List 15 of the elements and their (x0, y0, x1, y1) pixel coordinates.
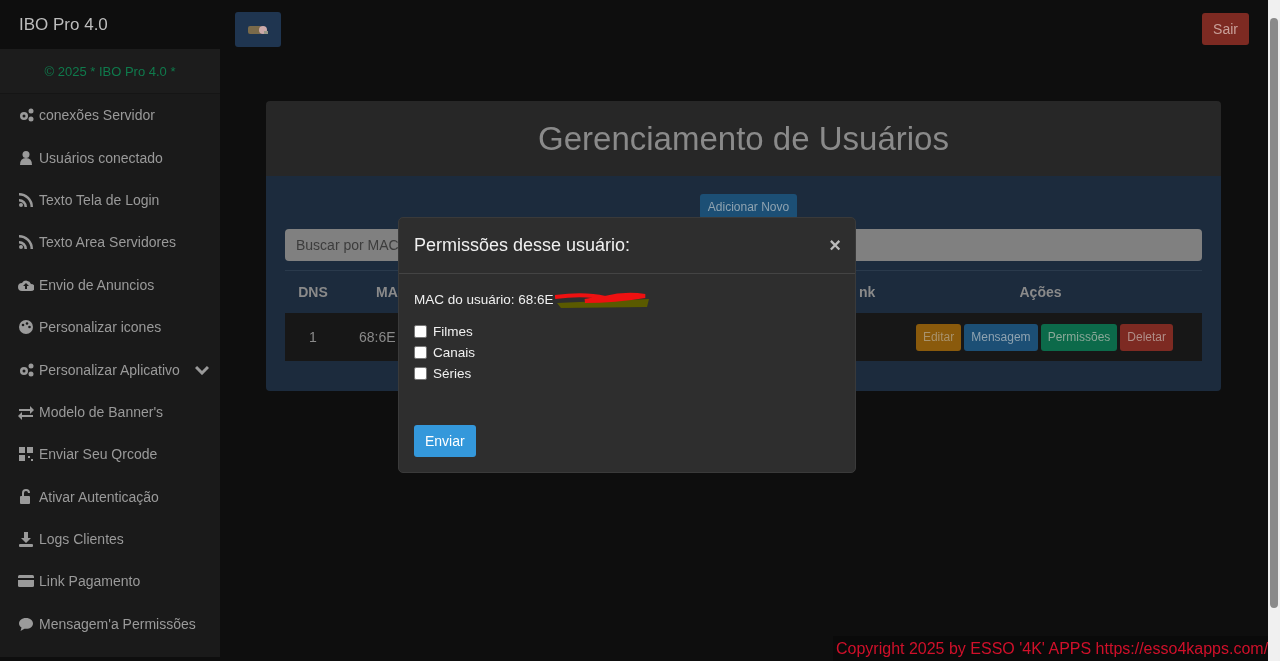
page-title: Gerenciamento de Usuários (538, 119, 949, 158)
mac-address-text: MAC do usuário: 68:6E (414, 291, 554, 307)
checkbox-label: Filmes (433, 324, 473, 339)
app-title: IBO Pro 4.0 (0, 0, 220, 49)
dialog-title: Permissões desse usuário: (414, 235, 631, 256)
checkbox-label: Canais (433, 345, 476, 360)
column-header: DNS (298, 284, 328, 300)
column-header: MA (376, 284, 398, 300)
checkbox-label: Séries (433, 366, 472, 381)
column-header: nk (859, 284, 876, 300)
table-cell-text: 68:6E (358, 329, 396, 345)
copyright-text: © 2025 * IBO Pro 4.0 * (44, 63, 176, 79)
column-header: Ações (1019, 284, 1062, 300)
table-cell: 1 (309, 329, 317, 345)
copyright-text: Copyright 2025 by ESSO '4K' APPS https://esso4kapps.com/ (835, 639, 1269, 658)
